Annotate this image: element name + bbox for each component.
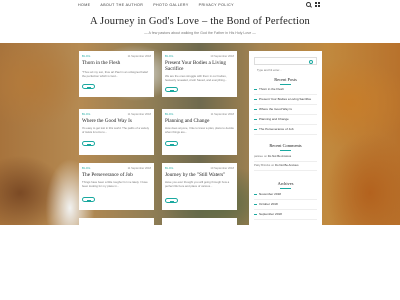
comment-on: on — [263, 154, 267, 158]
nav-icons — [306, 2, 320, 7]
post-excerpt: "Thou art my son, thou art Paul in an un… — [82, 70, 148, 78]
read-more-button[interactable] — [82, 141, 95, 146]
post-meta: Blog 10 September 2018 — [165, 55, 234, 58]
post-excerpt: Things have been a little rougher for me… — [82, 180, 148, 188]
post-meta: Blog 10 September 2018 — [165, 167, 234, 170]
post-title[interactable]: Present Your Bodies a Living Sacrifice — [165, 60, 235, 72]
page-background — [0, 225, 400, 300]
search-input[interactable] — [255, 67, 311, 73]
post-excerpt: Have you ever thought you will going thr… — [165, 180, 230, 188]
comment-post-link[interactable]: Do Not Be Anxious — [268, 154, 291, 158]
post-category[interactable]: Blog — [165, 167, 174, 170]
search-icon[interactable] — [309, 60, 313, 64]
post-title[interactable]: Planning and Change — [165, 118, 235, 124]
post-card-partial — [162, 218, 237, 225]
recent-post-item[interactable]: Where the Good Way Is — [254, 105, 317, 115]
site-tagline: — A few pastors about walking the God th… — [144, 31, 256, 35]
recent-comments-title: Recent Comments — [269, 143, 302, 148]
archives-list: November 2018 October 2018 September 201… — [254, 190, 317, 220]
post-card: Blog 11 September 2018 The Perseverance … — [79, 163, 154, 210]
nav-photo-gallery[interactable]: Photo Gallery — [153, 3, 188, 7]
read-more-button[interactable] — [165, 198, 178, 203]
archives-title: Archives — [277, 181, 294, 186]
post-category[interactable]: Blog — [82, 167, 91, 170]
post-meta: Blog 11 September 2018 — [165, 113, 234, 116]
post-title[interactable]: Thorn in the Flesh — [82, 60, 152, 66]
recent-posts-list: Thorn in the Flesh Present Your Bodies a… — [254, 85, 317, 135]
post-card-partial — [79, 218, 154, 225]
recent-post-item[interactable]: Planning and Change — [254, 115, 317, 125]
post-date: 10 September 2018 — [210, 55, 234, 58]
post-card: Blog 11 September 2018 Planning and Chan… — [162, 109, 237, 155]
recent-posts-title: Recent Posts — [274, 77, 297, 82]
recent-post-item[interactable]: Present Your Bodies a Living Sacrifice — [254, 95, 317, 105]
post-title[interactable]: Journey by the "Still Waters" — [165, 172, 235, 178]
nav-home[interactable]: Home — [78, 3, 90, 7]
post-excerpt: How does anyone, I like to know a plan, … — [165, 126, 234, 134]
title-underline — [280, 150, 291, 151]
comment-author[interactable]: patsiee — [254, 154, 263, 158]
post-category[interactable]: Blog — [165, 113, 174, 116]
comment-author[interactable]: Patty Brincks — [254, 163, 270, 167]
archive-item[interactable]: October 2018 — [254, 200, 317, 210]
read-more-button[interactable] — [82, 84, 95, 89]
post-category[interactable]: Blog — [82, 113, 91, 116]
site-title[interactable]: A Journey in God's Love – the Bond of Pe… — [0, 16, 400, 27]
sidebar: Recent Posts Thorn in the Flesh Present … — [249, 51, 322, 225]
post-card: Blog 11 September 2018 Where the Good Wa… — [79, 109, 154, 155]
post-date: 10 September 2018 — [210, 167, 234, 170]
comment-post-link[interactable]: Do Not Be Anxious — [275, 163, 298, 167]
read-more-button[interactable] — [82, 197, 95, 202]
recent-post-item[interactable]: Thorn in the Flesh — [254, 85, 317, 95]
post-date: 11 September 2018 — [127, 113, 151, 116]
post-meta: Blog 11 September 2018 — [82, 113, 151, 116]
search-icon[interactable] — [306, 2, 311, 7]
top-bar: Home About the Author Photo Gallery Priv… — [0, 0, 400, 12]
post-date: 11 September 2018 — [127, 167, 151, 170]
post-title[interactable]: The Perseverance of Job — [82, 172, 152, 178]
read-more-button[interactable] — [165, 141, 178, 146]
archive-item[interactable]: September 2018 — [254, 210, 317, 220]
nav-privacy-policy[interactable]: Privacy Policy — [199, 3, 234, 7]
post-meta: Blog 11 September 2018 — [82, 167, 151, 170]
read-more-button[interactable] — [165, 87, 178, 92]
recent-comment-item: Patty Brincks on Do Not Be Anxious — [254, 161, 317, 171]
post-date: 11 September 2018 — [210, 113, 234, 116]
post-date: 11 September 2018 — [127, 55, 151, 58]
comment-on: on — [271, 163, 275, 167]
recent-post-item[interactable]: The Perseverance of Job — [254, 125, 317, 135]
post-category[interactable]: Blog — [82, 55, 91, 58]
post-category[interactable]: Blog — [165, 55, 174, 58]
menu-grid-icon[interactable] — [315, 2, 320, 7]
post-excerpt: We are the ones struggle with them in ou… — [165, 74, 228, 82]
post-card: Blog 11 September 2018 Thorn in the Fles… — [79, 51, 154, 97]
post-title[interactable]: Where the Good Way Is — [82, 118, 152, 124]
nav-about-the-author[interactable]: About the Author — [100, 3, 143, 7]
post-card: Blog 10 September 2018 Present Your Bodi… — [162, 51, 237, 97]
title-underline — [280, 188, 291, 189]
main-nav: Home About the Author Photo Gallery Priv… — [78, 3, 234, 7]
sidebar-search — [254, 57, 317, 73]
post-excerpt: It's easy to get lost in this world. The… — [82, 126, 150, 134]
archive-item[interactable]: November 2018 — [254, 190, 317, 200]
post-card: Blog 10 September 2018 Journey by the "S… — [162, 163, 237, 210]
post-meta: Blog 11 September 2018 — [82, 55, 151, 58]
